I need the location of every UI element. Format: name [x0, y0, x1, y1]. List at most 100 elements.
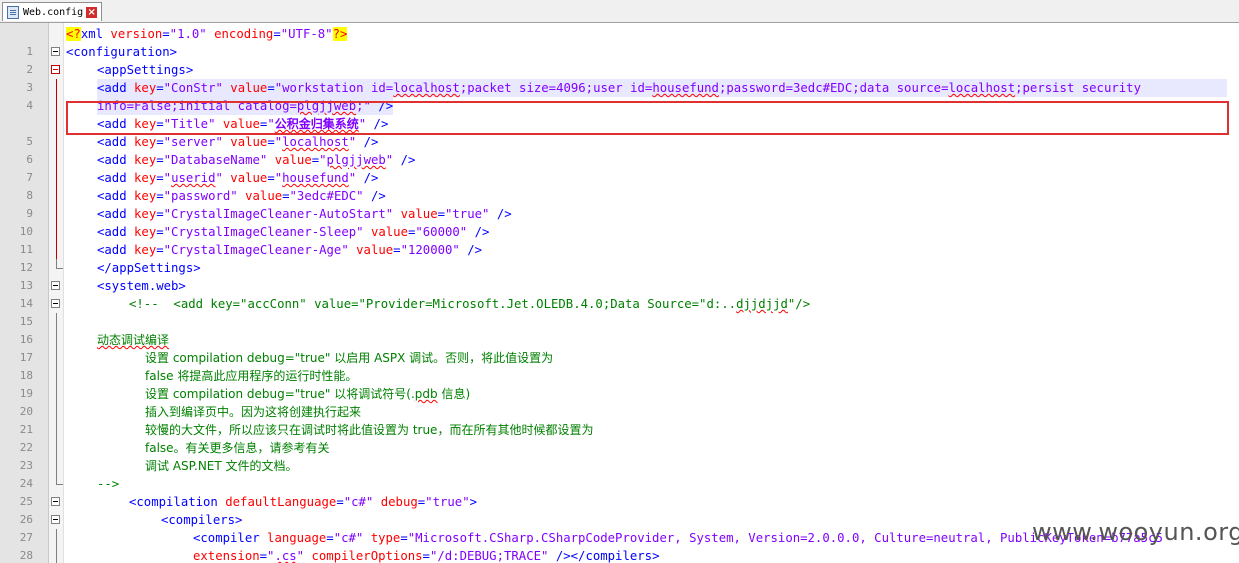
eq: =: [259, 549, 268, 563]
code-line: 13 </appSettings>: [0, 259, 1239, 292]
attr-name: key: [134, 135, 157, 149]
fold-line: [56, 367, 57, 385]
code-editor[interactable]: 1 <?xml version="1.0" encoding="UTF-8"?>…: [0, 23, 1239, 563]
fold-line: [56, 547, 57, 563]
fold-line: [56, 223, 57, 241]
quote: ": [274, 135, 283, 149]
fold-line: [56, 187, 57, 205]
attr-value: plgjjweb: [326, 153, 386, 167]
tag-add: <add: [97, 117, 135, 131]
code-line-wrapped: extension=".cs" compilerOptions="/d:DEBU…: [0, 547, 1239, 563]
attr-value: "UTF-8": [280, 27, 333, 41]
code-line: 14 <system.web>: [0, 277, 1239, 310]
eq: =: [267, 81, 275, 95]
attr-value: "c#": [343, 495, 374, 509]
attr-value: plgjjweb: [296, 99, 357, 113]
attr-name: key: [134, 81, 157, 95]
fold-toggle-icon[interactable]: [51, 65, 60, 74]
code-line: 21 插入到编译页中。因为这将创建执行起来: [0, 403, 1239, 436]
tag-system-web: <system.web>: [97, 279, 186, 293]
attr-value: ;packet size=4096;user id=: [459, 81, 653, 95]
code-line: 7 <add key="DatabaseName" value="plgjjwe…: [0, 151, 1239, 184]
attr-name: encoding: [206, 27, 274, 41]
code-line: 19 false 将提高此应用程序的运行时性能。: [0, 367, 1239, 400]
tag-add: <add: [97, 189, 135, 203]
tag-add: <add: [97, 81, 135, 95]
code-line: 12 <add key="CrystalImageCleaner-Age" va…: [0, 241, 1239, 274]
attr-value: "Title": [163, 117, 216, 131]
attr-value: "CrystalImageCleaner-Age": [163, 243, 349, 257]
fold-line: [56, 133, 57, 151]
code-line: 26 <compilation defaultLanguage="c#" deb…: [0, 493, 1239, 526]
fold-line: [56, 241, 57, 259]
comment-end: -->: [97, 477, 120, 491]
fold-line: [56, 205, 57, 223]
attr-value: "c#": [333, 531, 364, 545]
tab-web-config[interactable]: Web.config ×: [2, 2, 102, 21]
attr-value: "password": [163, 189, 238, 203]
attr-name: language: [267, 531, 327, 545]
code-line: 24 调试 ASP.NET 文件的文档。: [0, 457, 1239, 490]
pi-name: xml: [80, 27, 104, 41]
code-line: 11 <add key="CrystalImageCleaner-Sleep" …: [0, 223, 1239, 256]
fold-end: [56, 259, 63, 269]
attr-value: "CrystalImageCleaner-AutoStart": [163, 207, 394, 221]
code-line: 22 较慢的大文件，所以应该只在调试时将此值设置为 true，而在所有其他时候都…: [0, 421, 1239, 454]
fold-toggle-icon[interactable]: [51, 299, 60, 308]
attr-name: compilerOptions: [304, 549, 423, 563]
comment: 调试 ASP.NET 文件的文档。: [145, 459, 298, 473]
quote: ": [267, 117, 275, 131]
code-line: 17 动态调试编译: [0, 331, 1239, 364]
code-line-wrapped: info=False;initial catalog=plgjjweb;" />: [0, 97, 1239, 115]
attr-name: value: [348, 243, 394, 257]
fold-line: [56, 403, 57, 421]
attr-name: extension: [193, 549, 260, 563]
comment: false。有关更多信息，请参考有关: [145, 441, 330, 455]
close-icon[interactable]: ×: [86, 6, 98, 18]
attr-name: value: [222, 171, 268, 185]
tag-add: <add: [97, 135, 135, 149]
attr-name: key: [134, 171, 157, 185]
attr-name: version: [103, 27, 163, 41]
fold-toggle-icon[interactable]: [51, 497, 60, 506]
code-line: 1 <?xml version="1.0" encoding="UTF-8"?>: [0, 25, 1239, 58]
attr-value: "true": [425, 495, 470, 509]
attr-value: localhost: [282, 135, 349, 149]
eq: =: [422, 549, 430, 563]
attr-value: "workstation id=: [274, 81, 394, 95]
attr-value: "CrystalImageCleaner-Sleep": [163, 225, 364, 239]
fold-toggle-icon[interactable]: [51, 47, 60, 56]
attr-name: defaultLanguage: [225, 495, 337, 509]
fold-line: [56, 331, 57, 349]
fold-toggle-icon[interactable]: [51, 281, 60, 290]
comment: djjdjjd: [736, 297, 788, 311]
attr-name: key: [134, 117, 157, 131]
tab-title: Web.config: [23, 6, 84, 18]
attr-name: key: [134, 153, 157, 167]
quote: ": [215, 171, 223, 185]
attr-value: localhost: [393, 81, 460, 95]
tag-close: />: [489, 207, 512, 221]
comment: 动态调试编译: [97, 333, 170, 347]
attr-name: key: [134, 207, 157, 221]
tag-close: />: [370, 99, 394, 113]
code-line: 8 <add key="userid" value="housefund" />: [0, 169, 1239, 202]
tag-close: />: [467, 225, 490, 239]
eq: =: [400, 531, 408, 545]
code-line: 5 <add key="Title" value="公积金归集系统" />: [0, 115, 1239, 148]
comment: 插入到编译页中。因为这将创建执行起来: [145, 405, 362, 419]
attr-name: value: [363, 225, 408, 239]
tag-close: />: [356, 135, 379, 149]
attr-value: ;persist security: [1015, 81, 1141, 95]
quote: ": [163, 171, 172, 185]
attr-name: value: [222, 135, 268, 149]
attr-value: userid: [171, 171, 216, 185]
tag-close: />: [459, 243, 483, 257]
fold-end: [56, 475, 63, 485]
fold-line: [56, 97, 57, 115]
fold-line: [56, 79, 57, 97]
fold-line: [56, 385, 57, 403]
fold-toggle-icon[interactable]: [51, 515, 60, 524]
code-line: 2 <configuration>: [0, 43, 1239, 76]
attr-value: "120000": [400, 243, 460, 257]
